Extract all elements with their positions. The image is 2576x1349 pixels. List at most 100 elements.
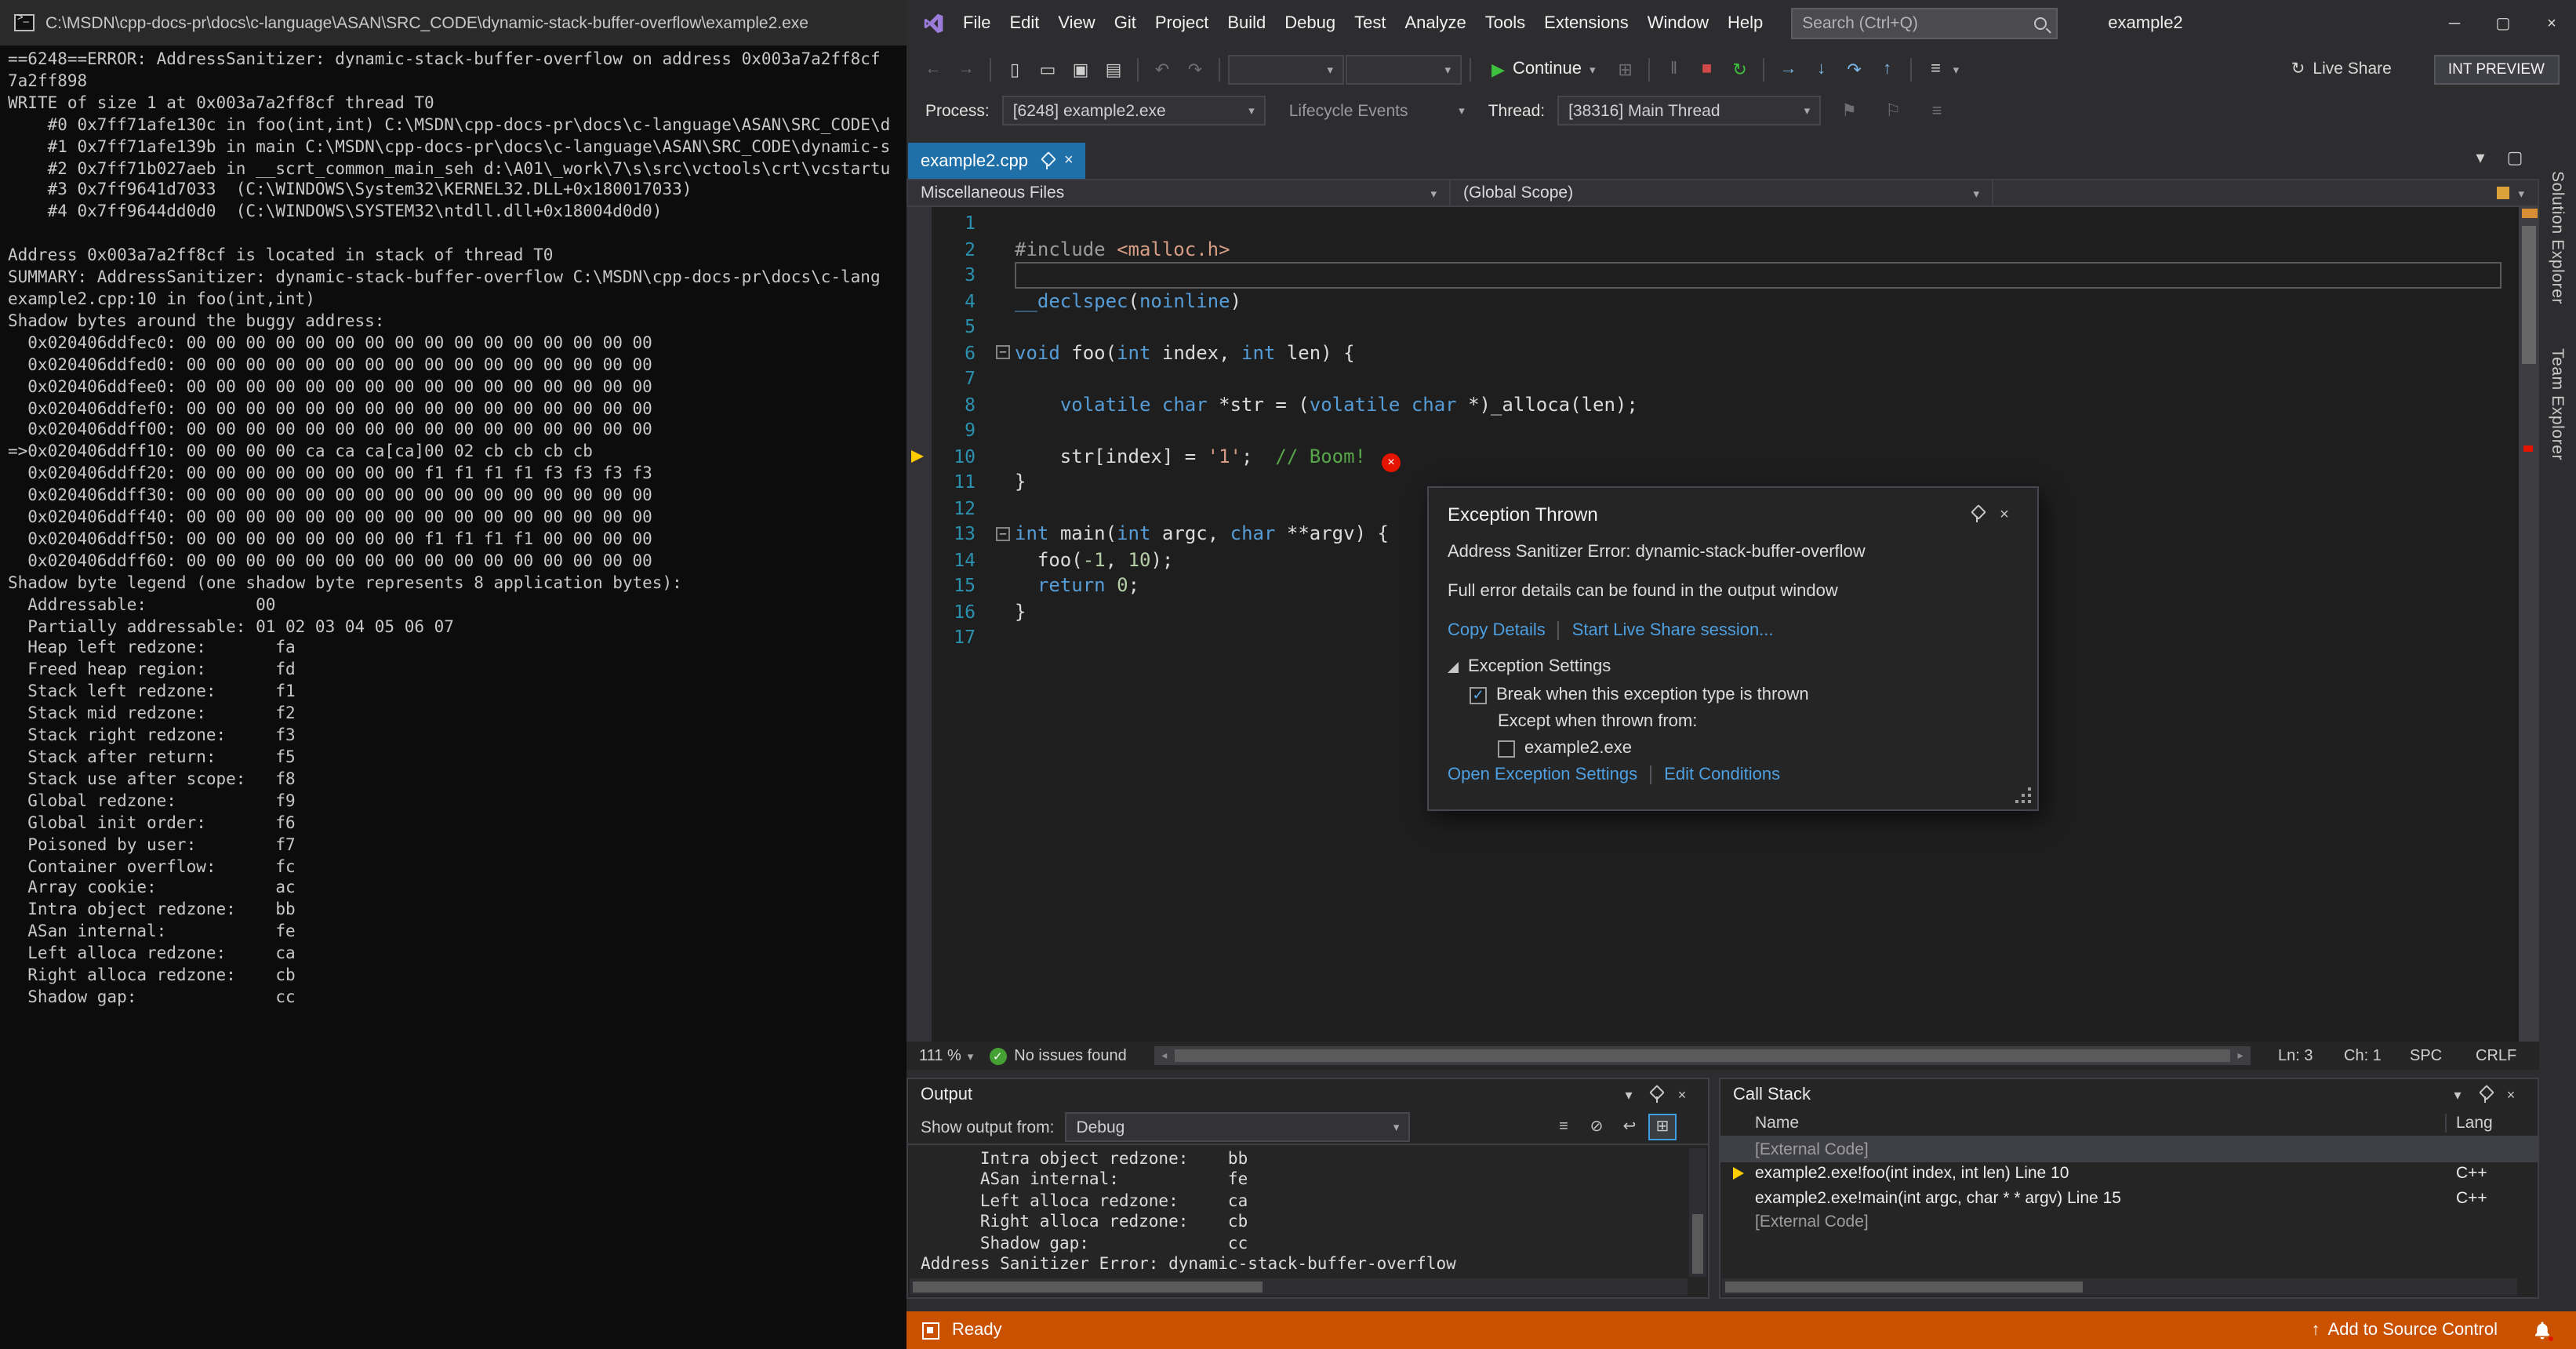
- open-file-icon[interactable]: ▭: [1032, 53, 1063, 85]
- diagnostic-tools-icon[interactable]: ⊞: [1610, 53, 1641, 85]
- process-dropdown[interactable]: [6248] example2.exe ▾: [1001, 96, 1266, 125]
- step-out-icon[interactable]: ↑: [1872, 53, 1903, 85]
- code-line-8[interactable]: 8 volatile char *str = (volatile char *)…: [907, 391, 2538, 417]
- int-preview-button[interactable]: INT PREVIEW: [2433, 54, 2559, 84]
- continue-button[interactable]: ▶ Continue ▾: [1479, 56, 1608, 82]
- save-all-icon[interactable]: ▤: [1098, 53, 1129, 85]
- except-module-checkbox[interactable]: [1498, 740, 1515, 757]
- exception-pin-icon[interactable]: [1962, 504, 1990, 525]
- menu-project[interactable]: Project: [1146, 8, 1219, 39]
- close-panel-icon[interactable]: ×: [2498, 1082, 2524, 1107]
- thread-dropdown[interactable]: [38316] Main Thread ▾: [1557, 96, 1822, 125]
- scrollbar-thumb[interactable]: [1692, 1214, 1703, 1274]
- console-titlebar[interactable]: C:\MSDN\cpp-docs-pr\docs\c-language\ASAN…: [0, 0, 907, 45]
- active-files-dropdown-icon[interactable]: ▾: [2465, 141, 2496, 173]
- file-health-indicator[interactable]: [2496, 187, 2509, 199]
- step-over-icon[interactable]: ↷: [1839, 53, 1870, 85]
- code-line-6[interactable]: 6− void foo(int index, int len) {: [907, 340, 2538, 365]
- menu-test[interactable]: Test: [1345, 8, 1395, 39]
- callstack-frame-row[interactable]: example2.exe!foo(int index, int len) Lin…: [1720, 1162, 2537, 1186]
- solution-configurations-dropdown[interactable]: ▾: [1228, 54, 1344, 84]
- tab-example2-cpp[interactable]: example2.cpp ×: [908, 143, 1086, 179]
- undo-icon[interactable]: ↶: [1146, 53, 1178, 85]
- code-line-9[interactable]: 9: [907, 417, 2538, 443]
- save-icon[interactable]: ▣: [1065, 53, 1096, 85]
- code-line-7[interactable]: 7: [907, 365, 2538, 391]
- new-file-icon[interactable]: ▯: [999, 53, 1030, 85]
- unflag-thread-icon[interactable]: ⚐: [1877, 95, 1909, 126]
- redo-icon[interactable]: ↷: [1179, 53, 1211, 85]
- menu-view[interactable]: View: [1048, 8, 1104, 39]
- step-into-icon[interactable]: ↓: [1806, 53, 1837, 85]
- code-line-1[interactable]: 1: [907, 210, 2538, 236]
- scroll-left-icon[interactable]: ◂: [1155, 1049, 1174, 1062]
- window-menu-icon[interactable]: ▾: [1615, 1082, 1642, 1107]
- error-indicator-icon[interactable]: ×: [1382, 453, 1401, 472]
- code-line-5[interactable]: 5: [907, 314, 2538, 340]
- lifecycle-events-dropdown[interactable]: Lifecycle Events ▾: [1278, 96, 1476, 125]
- background-tasks-icon[interactable]: [922, 1322, 939, 1339]
- clear-all-icon[interactable]: ⊘: [1582, 1114, 1611, 1140]
- close-button[interactable]: ×: [2527, 0, 2576, 47]
- exception-settings-header[interactable]: Exception Settings: [1448, 657, 2018, 676]
- scope-dropdown[interactable]: (Global Scope) ▾: [1451, 180, 1993, 205]
- pin-panel-icon[interactable]: [2471, 1082, 2498, 1107]
- callstack-frame-row[interactable]: example2.exe!main(int argc, char * * arg…: [1720, 1186, 2537, 1210]
- zoom-dropdown[interactable]: 111 % ▾: [919, 1047, 973, 1064]
- menu-build[interactable]: Build: [1218, 8, 1275, 39]
- output-vertical-scrollbar[interactable]: [1689, 1148, 1706, 1277]
- scrollbar-thumb[interactable]: [913, 1282, 1263, 1293]
- code-line-3[interactable]: 3: [907, 262, 2538, 288]
- add-to-source-control-button[interactable]: ↑ Add to Source Control: [2312, 1321, 2498, 1340]
- pin-tab-icon[interactable]: [1039, 153, 1053, 169]
- window-layout-icon[interactable]: ▢: [2499, 141, 2531, 173]
- callstack-column-headers[interactable]: Name Lang: [1720, 1111, 2537, 1137]
- flag-thread-icon[interactable]: ⚑: [1833, 95, 1865, 126]
- chevron-down-icon[interactable]: ▾: [1953, 62, 1960, 76]
- solution-platforms-dropdown[interactable]: ▾: [1346, 54, 1462, 84]
- messages-icon[interactable]: ≡: [1550, 1114, 1578, 1140]
- editor-vertical-scrollbar[interactable]: [2518, 207, 2538, 1042]
- menu-window[interactable]: Window: [1638, 8, 1718, 39]
- scroll-right-icon[interactable]: ▸: [2231, 1049, 2250, 1062]
- pin-panel-icon[interactable]: [1642, 1082, 1669, 1107]
- copy-details-link[interactable]: Copy Details: [1448, 621, 1546, 640]
- output-titlebar[interactable]: Output ▾ ×: [908, 1079, 1708, 1111]
- break-on-exception-checkbox[interactable]: [1470, 686, 1487, 704]
- exception-close-icon[interactable]: ×: [1990, 504, 2018, 525]
- start-live-share-link[interactable]: Start Live Share session...: [1572, 621, 1774, 640]
- menu-file[interactable]: File: [954, 8, 1000, 39]
- code-health-indicator[interactable]: ✓ No issues found: [989, 1047, 1127, 1064]
- menu-help[interactable]: Help: [1718, 8, 1772, 39]
- scrollbar-thumb[interactable]: [2521, 226, 2535, 364]
- output-horizontal-scrollbar[interactable]: [910, 1278, 1688, 1296]
- autoscroll-toggle-icon[interactable]: ⊞: [1648, 1114, 1677, 1140]
- resize-grip[interactable]: [2028, 800, 2031, 803]
- maximize-button[interactable]: ▢: [2479, 0, 2527, 47]
- menu-git[interactable]: Git: [1105, 8, 1146, 39]
- live-share-button[interactable]: ↻ Live Share: [2291, 60, 2392, 78]
- fold-collapse-icon[interactable]: −: [996, 526, 1010, 541]
- word-wrap-icon[interactable]: ↩: [1615, 1114, 1644, 1140]
- side-tab-team-explorer[interactable]: Team Explorer: [2548, 348, 2567, 460]
- output-source-dropdown[interactable]: Debug ▾: [1065, 1112, 1411, 1142]
- menu-edit[interactable]: Edit: [1000, 8, 1048, 39]
- project-dropdown[interactable]: Miscellaneous Files ▾: [908, 180, 1451, 205]
- callstack-titlebar[interactable]: Call Stack ▾ ×: [1720, 1079, 2537, 1111]
- search-box[interactable]: Search (Ctrl+Q): [1791, 8, 2058, 39]
- edit-conditions-link[interactable]: Edit Conditions: [1664, 765, 1780, 784]
- notifications-bell-icon[interactable]: [2529, 1318, 2554, 1343]
- callstack-frame-row[interactable]: [External Code]: [1720, 1137, 2537, 1162]
- scrollbar-thumb[interactable]: [1175, 1049, 2229, 1062]
- menu-extensions[interactable]: Extensions: [1535, 8, 1638, 39]
- navigate-forward-icon[interactable]: →: [950, 53, 982, 85]
- restart-icon[interactable]: ↻: [1724, 53, 1756, 85]
- fold-collapse-icon[interactable]: −: [996, 345, 1010, 360]
- code-line-4[interactable]: 4 __declspec(noinline): [907, 288, 2538, 314]
- menu-debug[interactable]: Debug: [1275, 8, 1345, 39]
- show-next-statement-icon[interactable]: →: [1773, 53, 1804, 85]
- open-exception-settings-link[interactable]: Open Exception Settings: [1448, 765, 1637, 784]
- menu-tools[interactable]: Tools: [1476, 8, 1535, 39]
- menu-analyze[interactable]: Analyze: [1396, 8, 1476, 39]
- close-tab-icon[interactable]: ×: [1064, 152, 1074, 169]
